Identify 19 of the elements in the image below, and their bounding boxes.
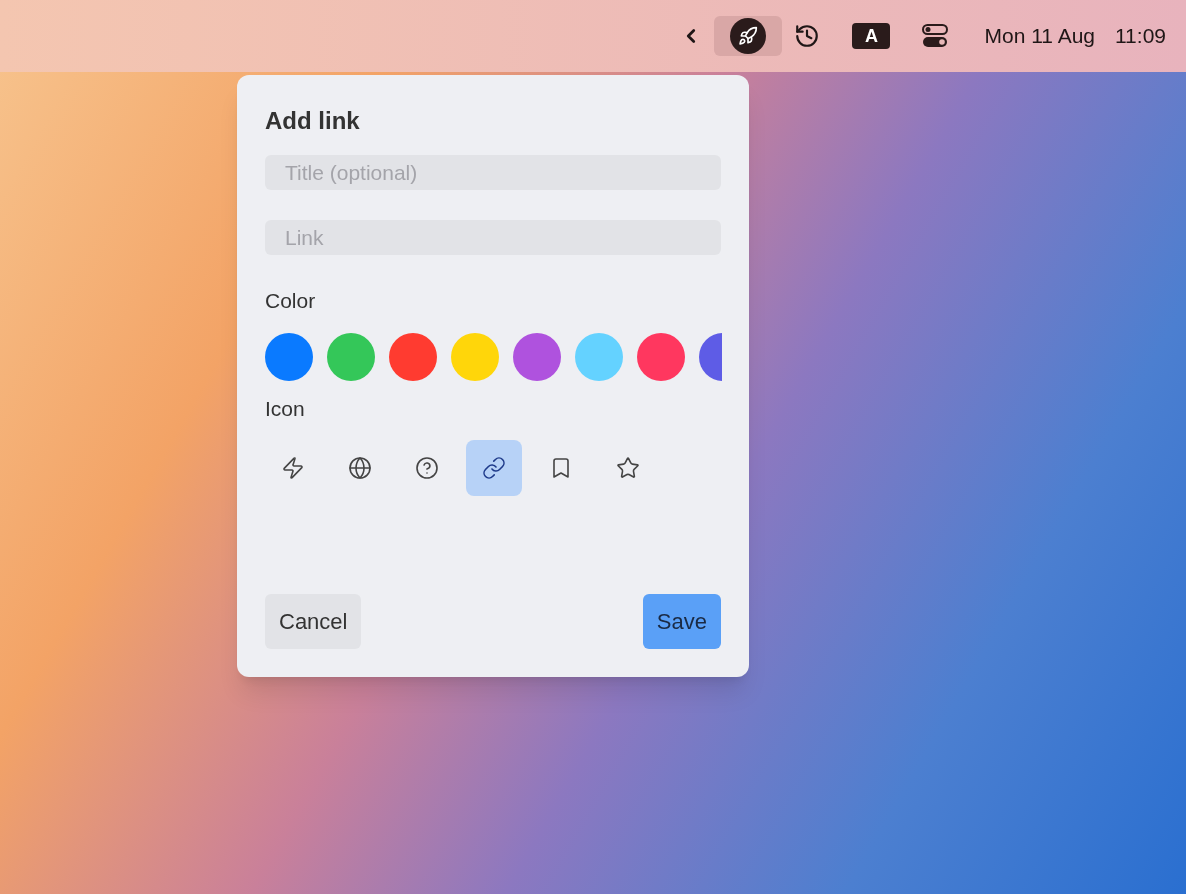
rocket-icon[interactable] xyxy=(714,16,783,56)
color-swatch[interactable] xyxy=(637,332,685,381)
color-swatch[interactable] xyxy=(513,332,561,381)
color-swatch[interactable] xyxy=(451,332,499,381)
color-swatch[interactable] xyxy=(265,332,313,381)
color-swatch[interactable] xyxy=(575,332,623,381)
menu-bar-date: Mon 11 Aug xyxy=(984,23,1095,50)
save-button[interactable]: Save xyxy=(642,594,721,649)
color-swatch[interactable] xyxy=(327,332,375,381)
dialog-title: Add link xyxy=(265,106,361,136)
color-label: Color xyxy=(265,288,317,314)
menu-bar-time: 11:09 xyxy=(1115,23,1166,50)
cancel-button[interactable]: Cancel xyxy=(265,594,362,649)
color-swatch[interactable] xyxy=(389,332,437,381)
link-icon[interactable] xyxy=(466,440,522,496)
text-field[interactable]: Title (optional) xyxy=(265,155,721,190)
text-field[interactable]: Link xyxy=(265,220,721,255)
input-source-button[interactable]: A xyxy=(844,16,899,56)
icon-label: Icon xyxy=(265,395,306,422)
